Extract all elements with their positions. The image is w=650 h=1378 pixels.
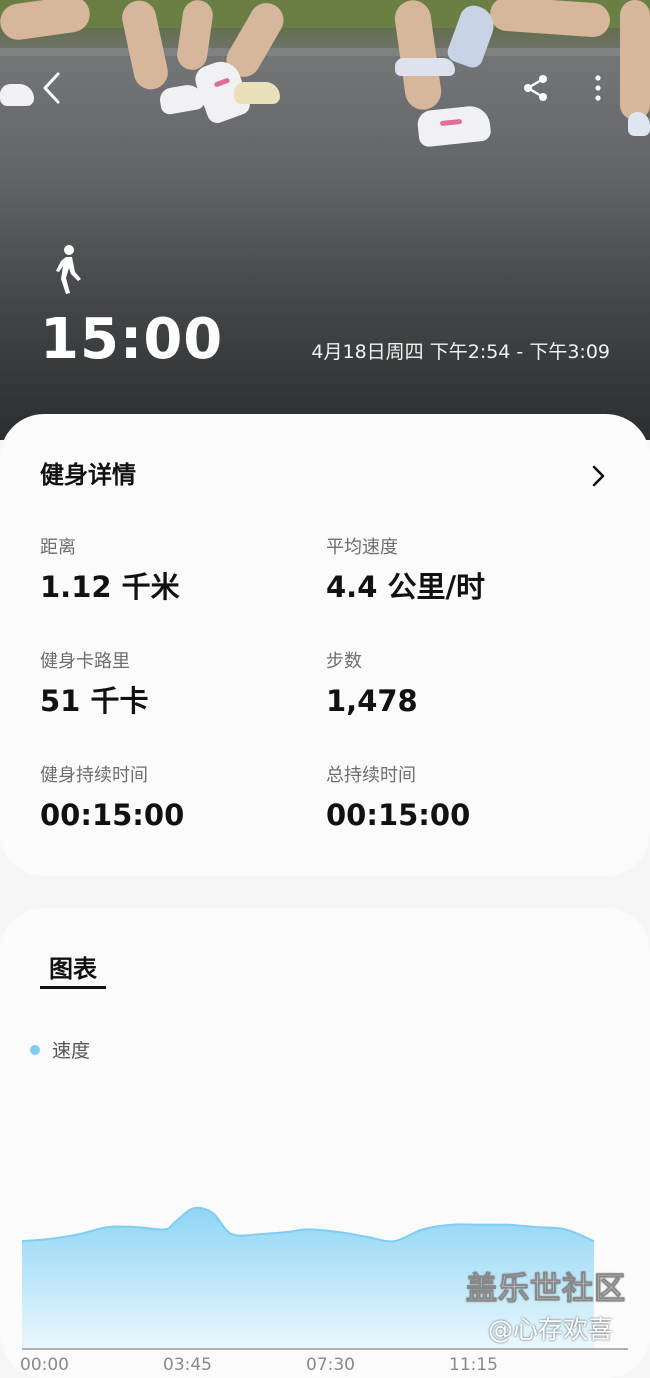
metric-calories: 健身卡路里 51 千卡 [40, 650, 310, 720]
more-vertical-icon [595, 75, 601, 101]
hero-photo-shoe [628, 112, 650, 136]
metric-label: 总持续时间 [326, 765, 416, 786]
hero-photo-leg [620, 0, 650, 120]
workout-details-card: 健身详情 距离 1.12 千米 平均速度 4.4 公里/时 健身卡路里 51 千… [0, 414, 650, 876]
share-icon [524, 75, 547, 101]
chevron-right-icon [592, 465, 605, 487]
details-expand-button[interactable] [578, 458, 618, 494]
back-chevron-icon [43, 72, 60, 104]
metric-label: 步数 [326, 651, 362, 672]
metric-label: 平均速度 [326, 537, 398, 558]
x-tick-label: 03:45 [163, 1355, 212, 1375]
hero-photo-leg [0, 0, 93, 43]
x-tick-label: 11:15 [449, 1355, 498, 1375]
hero-photo-curb [0, 48, 650, 56]
details-title: 健身详情 [40, 461, 136, 489]
hero-photo-shoe [234, 82, 280, 104]
legend-dot-speed [30, 1044, 40, 1055]
metric-workout-duration: 健身持续时间 00:15:00 [40, 764, 310, 834]
share-button[interactable] [514, 66, 558, 110]
walking-person-icon [56, 245, 81, 294]
metric-value: 51 千卡 [40, 684, 149, 718]
back-button[interactable] [30, 66, 74, 110]
tab-chart[interactable]: 图表 [40, 954, 106, 984]
workout-duration-large: 15:00 [40, 307, 224, 372]
metric-label: 健身卡路里 [40, 651, 130, 672]
more-options-button[interactable] [576, 66, 620, 110]
metric-value: 00:15:00 [326, 798, 471, 832]
metric-steps: 步数 1,478 [326, 650, 596, 720]
chart-legend: 速度 [30, 1036, 90, 1063]
metric-average-speed: 平均速度 4.4 公里/时 [326, 536, 596, 606]
watermark-user: @心存欢喜 [488, 1315, 614, 1344]
workout-hero-banner: 15:00 4月18日周四 下午2:54 - 下午3:09 [0, 0, 650, 440]
metric-total-duration: 总持续时间 00:15:00 [326, 764, 596, 834]
metric-value: 1,478 [326, 684, 418, 718]
metric-value: 00:15:00 [40, 798, 185, 832]
x-tick-label: 07:30 [306, 1355, 355, 1375]
hero-photo-shoe [395, 58, 455, 76]
metric-value: 1.12 千米 [40, 570, 180, 604]
workout-date-range: 4月18日周四 下午2:54 - 下午3:09 [311, 341, 610, 363]
tab-chart-underline [40, 986, 106, 989]
hero-photo-shoe [416, 104, 492, 148]
x-tick-label: 00:00 [20, 1355, 69, 1375]
hero-photo-leg [488, 0, 612, 39]
watermark-community: 盖乐世社区 [466, 1271, 626, 1308]
metric-distance: 距离 1.12 千米 [40, 536, 310, 606]
metric-label: 距离 [40, 537, 76, 558]
legend-label-speed: 速度 [52, 1040, 91, 1062]
hero-photo-shoe [0, 84, 34, 106]
metric-label: 健身持续时间 [40, 765, 148, 786]
metric-value: 4.4 公里/时 [326, 570, 486, 604]
